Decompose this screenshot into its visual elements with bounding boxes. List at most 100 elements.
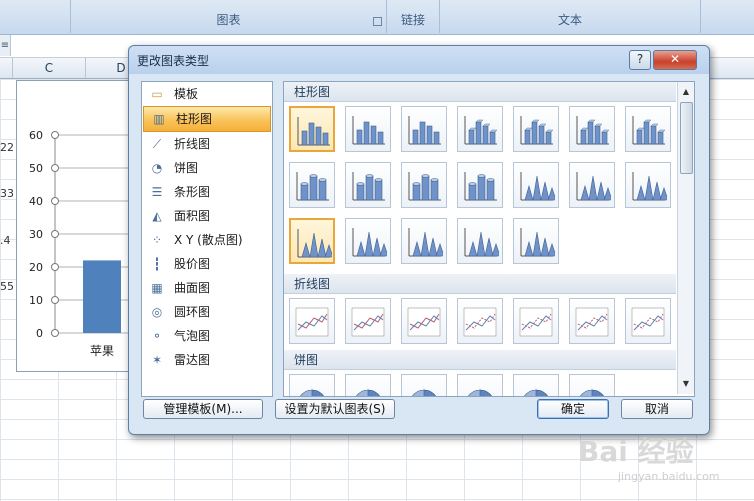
column-subtype-thumb[interactable] [345, 162, 391, 208]
line-chart-icon: ⟋ [152, 137, 162, 151]
chart-type-item[interactable]: ◎ 圆环图 [142, 300, 272, 324]
column-subtype-thumb[interactable] [401, 106, 447, 152]
column-chart-icon [520, 116, 554, 145]
column-subtype-thumb[interactable] [289, 106, 335, 152]
bar-apple[interactable] [83, 260, 121, 333]
ribbon-group-label: 图表 [216, 13, 241, 27]
line-subtype-thumb[interactable] [401, 298, 447, 344]
pie-subtype-thumb[interactable] [345, 374, 391, 396]
cell-value[interactable]: .4 [0, 234, 12, 247]
change-chart-type-dialog: 更改图表类型 ? ✕ ▭ 模板 ▥ 柱形图 ⟋ 折线图 ◔ 饼图 ☰ 条形图 ◭ 面积图 ⁘ X Y (散… [128, 45, 710, 435]
chart-type-item[interactable]: ✶ 雷达图 [142, 348, 272, 372]
column-subtype-thumb[interactable] [457, 218, 503, 264]
chart-type-label: 条形图 [174, 185, 211, 199]
gallery-scrollbar[interactable]: ▲ ▼ [677, 82, 694, 394]
ribbon: 图表 链接 文本 [0, 0, 754, 35]
watermark-url: jingyan.baidu.com [618, 470, 720, 483]
column-chart-icon [576, 116, 610, 145]
pie-subtype-thumb[interactable] [569, 374, 615, 396]
expand-arrow-icon[interactable]: ≡ [0, 35, 11, 56]
y-tick-label: 50 [29, 162, 43, 175]
column-subtype-thumb[interactable] [401, 218, 447, 264]
chart-type-item[interactable]: ⟋ 折线图 [142, 132, 272, 156]
axis-handle[interactable] [51, 296, 59, 304]
chart-type-item[interactable]: ┇ 股价图 [142, 252, 272, 276]
chart-type-item[interactable]: ▦ 曲面图 [142, 276, 272, 300]
axis-handle[interactable] [51, 197, 59, 205]
chart-type-item[interactable]: ⁘ X Y (散点图) [142, 228, 272, 252]
pie-subtype-thumb[interactable] [401, 374, 447, 396]
chart-type-item[interactable]: ⚬ 气泡图 [142, 324, 272, 348]
chart-type-label: 折线图 [174, 137, 211, 151]
column-header-partial[interactable] [0, 58, 13, 78]
pie-subtype-thumb[interactable] [457, 374, 503, 396]
line-chart-icon [351, 307, 385, 337]
chart-type-item[interactable]: ▭ 模板 [142, 82, 272, 106]
chart-type-list: ▭ 模板 ▥ 柱形图 ⟋ 折线图 ◔ 饼图 ☰ 条形图 ◭ 面积图 ⁘ X Y (散点图) ┇ 股价图 ▦ 曲面图… [141, 81, 273, 397]
pie-chart-icon [356, 389, 380, 396]
column-subtype-thumb[interactable] [457, 162, 503, 208]
column-subtype-thumb[interactable] [345, 106, 391, 152]
column-subtype-thumb[interactable] [289, 218, 335, 264]
scroll-down-icon[interactable]: ▼ [678, 376, 694, 392]
chart-type-label: 气泡图 [174, 329, 211, 343]
line-subtype-thumb[interactable] [625, 298, 671, 344]
column-chart-icon [464, 228, 499, 257]
cell-value[interactable]: 22 [0, 141, 14, 154]
column-subtype-thumb[interactable] [513, 218, 559, 264]
pie-subtype-thumb[interactable] [289, 374, 335, 396]
column-subtype-thumb[interactable] [513, 162, 559, 208]
chart-type-item[interactable]: ◔ 饼图 [142, 156, 272, 180]
line-chart-icon [295, 307, 329, 337]
dialog-launcher-icon[interactable] [373, 17, 382, 26]
close-button[interactable]: ✕ [653, 50, 697, 70]
scroll-up-icon[interactable]: ▲ [678, 84, 694, 100]
section-header-pie: 饼图 [284, 350, 676, 370]
help-button[interactable]: ? [629, 50, 651, 70]
manage-templates-button[interactable]: 管理模板(M)... [143, 399, 263, 419]
ok-button[interactable]: 确定 [537, 399, 609, 419]
chart-type-label: 柱形图 [176, 112, 213, 126]
column-subtype-thumb[interactable] [513, 106, 559, 152]
column-subtype-thumb[interactable] [401, 162, 447, 208]
line-subtype-thumb[interactable] [569, 298, 615, 344]
cell-value[interactable]: 33 [0, 187, 14, 200]
axis-handle[interactable] [51, 230, 59, 238]
cancel-button[interactable]: 取消 [621, 399, 693, 419]
column-chart-icon [576, 172, 611, 201]
chart-type-item[interactable]: ▥ 柱形图 [143, 106, 271, 132]
axis-handle[interactable] [51, 164, 59, 172]
column-subtype-thumb[interactable] [625, 106, 671, 152]
column-subtype-thumb[interactable] [457, 106, 503, 152]
chart-type-item[interactable]: ☰ 条形图 [142, 180, 272, 204]
column-subtype-thumb[interactable] [289, 162, 335, 208]
column-chart-icon [464, 116, 498, 145]
column-subtype-thumb[interactable] [569, 162, 615, 208]
axis-handle[interactable] [51, 131, 59, 139]
line-subtype-thumb[interactable] [345, 298, 391, 344]
column-subtype-thumb[interactable] [569, 106, 615, 152]
axis-handle[interactable] [51, 329, 59, 337]
line-subtype-thumb[interactable] [513, 298, 559, 344]
column-chart-icon [520, 172, 555, 201]
pie-subtype-thumb[interactable] [513, 374, 559, 396]
embedded-chart[interactable]: 0 10 20 30 40 50 60 苹果 [16, 80, 142, 372]
line-subtype-thumb[interactable] [457, 298, 503, 344]
chart-type-label: 股价图 [174, 257, 211, 271]
line-subtype-thumb[interactable] [289, 298, 335, 344]
column-subtype-thumb[interactable] [345, 218, 391, 264]
chart-type-item[interactable]: ◭ 面积图 [142, 204, 272, 228]
column-header-c[interactable]: C [13, 58, 86, 78]
bar-chart-icon: ☰ [151, 185, 163, 199]
section-header-line: 折线图 [284, 274, 676, 294]
set-default-chart-button[interactable]: 设置为默认图表(S) [275, 399, 395, 419]
scroll-thumb[interactable] [680, 102, 693, 174]
cell-value[interactable]: 55 [0, 280, 14, 293]
chart-type-label: 圆环图 [174, 305, 211, 319]
column-subtype-thumb[interactable] [625, 162, 671, 208]
y-tick-label: 40 [29, 195, 43, 208]
scatter-chart-icon: ⁘ [151, 233, 163, 247]
axis-handle[interactable] [51, 263, 59, 271]
pie-chart-icon [468, 389, 492, 396]
column-chart-icon [520, 228, 555, 257]
